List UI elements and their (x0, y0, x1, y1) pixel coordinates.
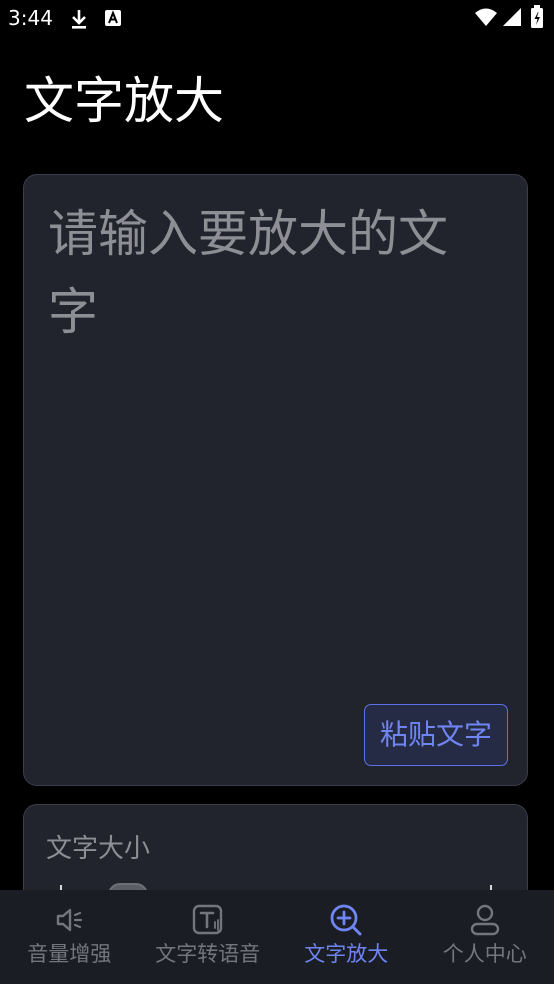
nav-item-personal-center[interactable]: 个人中心 (416, 890, 554, 984)
text-size-label: 文字大小 (46, 834, 151, 864)
nav-label-text-to-speech: 文字转语音 (155, 942, 261, 966)
download-icon (72, 10, 86, 29)
nav-item-text-zoom[interactable]: 文字放大 (277, 890, 416, 984)
text-to-speech-icon (192, 904, 222, 935)
zoom-in-icon (330, 904, 362, 936)
nav-label-text-zoom: 文字放大 (304, 942, 389, 966)
status-bar: 3:44 (0, 0, 554, 38)
wifi-icon (475, 8, 497, 26)
text-input[interactable] (48, 195, 488, 675)
user-icon (470, 904, 499, 936)
bottom-navigation: 音量增强 文字转语音 文字放大 个人中心 (0, 890, 554, 984)
a-text-icon (105, 10, 121, 26)
nav-label-personal-center: 个人中心 (442, 942, 527, 966)
battery-icon (531, 5, 543, 28)
nav-label-volume-boost: 音量增强 (27, 942, 112, 966)
page-title: 文字放大 (24, 72, 224, 130)
text-input-card: 粘贴文字 (23, 174, 528, 786)
signal-icon (503, 8, 521, 26)
status-time: 3:44 (8, 6, 53, 30)
paste-text-button[interactable]: 粘贴文字 (364, 704, 508, 766)
nav-item-volume-boost[interactable]: 音量增强 (0, 890, 139, 984)
nav-item-text-to-speech[interactable]: 文字转语音 (139, 890, 278, 984)
speaker-icon (57, 908, 83, 932)
